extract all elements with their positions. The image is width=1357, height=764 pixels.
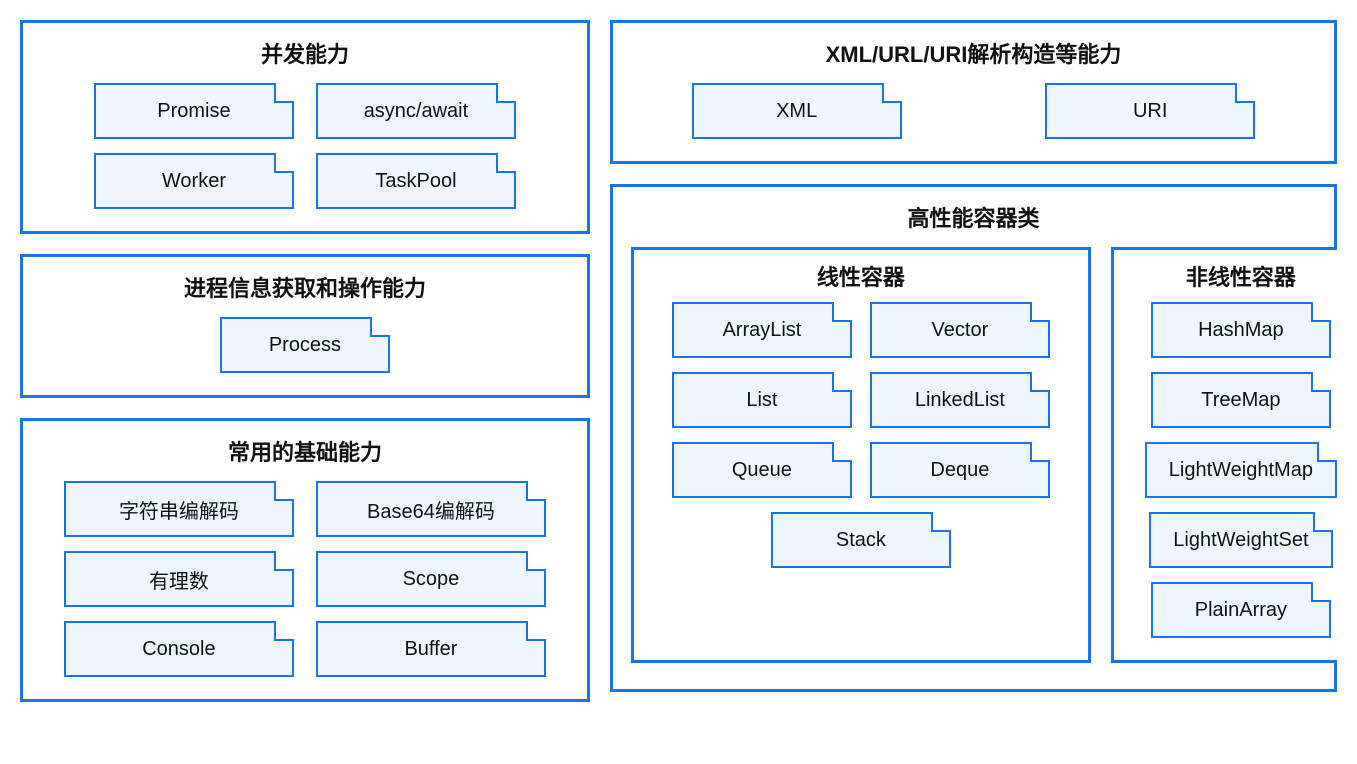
chip-console: Console	[64, 621, 294, 677]
panel-title-hp-containers: 高性能容器类	[631, 201, 1316, 233]
chips-basic: 字符串编解码 Base64编解码 有理数 Scope Console Buffe…	[41, 481, 569, 677]
right-column: XML/URL/URI解析构造等能力 XML URI 高性能容器类 线性容器 A…	[610, 20, 1337, 702]
panel-hp-containers: 高性能容器类 线性容器 ArrayList Vector List Linked…	[610, 184, 1337, 692]
chip-worker: Worker	[94, 153, 294, 209]
chip-lightweightset: LightWeightSet	[1149, 512, 1332, 568]
chip-plainarray: PlainArray	[1151, 582, 1331, 638]
panel-title-parsing: XML/URL/URI解析构造等能力	[631, 37, 1316, 69]
chip-deque: Deque	[870, 442, 1050, 498]
left-column: 并发能力 Promise async/await Worker TaskPool…	[20, 20, 590, 702]
chips-parsing: XML URI	[631, 83, 1316, 139]
subpanel-linear: 线性容器 ArrayList Vector List LinkedList Qu…	[631, 247, 1091, 663]
panel-title-concurrency: 并发能力	[41, 37, 569, 69]
chips-process: Process	[41, 317, 569, 373]
chip-promise: Promise	[94, 83, 294, 139]
chips-concurrency: Promise async/await Worker TaskPool	[41, 83, 569, 209]
panel-process: 进程信息获取和操作能力 Process	[20, 254, 590, 398]
chip-process: Process	[220, 317, 390, 373]
chip-buffer: Buffer	[316, 621, 546, 677]
chip-hashmap: HashMap	[1151, 302, 1331, 358]
panel-title-process: 进程信息获取和操作能力	[41, 271, 569, 303]
diagram-root: 并发能力 Promise async/await Worker TaskPool…	[20, 20, 1337, 702]
chip-string-codec: 字符串编解码	[64, 481, 294, 537]
chip-base64-codec: Base64编解码	[316, 481, 546, 537]
panel-basic: 常用的基础能力 字符串编解码 Base64编解码 有理数 Scope Conso…	[20, 418, 590, 702]
chip-xml: XML	[692, 83, 902, 139]
chip-stack: Stack	[771, 512, 951, 568]
panel-concurrency: 并发能力 Promise async/await Worker TaskPool	[20, 20, 590, 234]
chip-list: List	[672, 372, 852, 428]
chips-linear: ArrayList Vector List LinkedList Queue D…	[650, 302, 1072, 568]
subpanels: 线性容器 ArrayList Vector List LinkedList Qu…	[631, 247, 1316, 663]
chip-linkedlist: LinkedList	[870, 372, 1050, 428]
panel-parsing: XML/URL/URI解析构造等能力 XML URI	[610, 20, 1337, 164]
chips-nonlinear: HashMap TreeMap LightWeightMap LightWeig…	[1130, 302, 1337, 638]
chip-taskpool: TaskPool	[316, 153, 516, 209]
chip-vector: Vector	[870, 302, 1050, 358]
chip-treemap: TreeMap	[1151, 372, 1331, 428]
chip-queue: Queue	[672, 442, 852, 498]
subpanel-title-linear: 线性容器	[650, 260, 1072, 292]
chip-scope: Scope	[316, 551, 546, 607]
panel-title-basic: 常用的基础能力	[41, 435, 569, 467]
chip-arraylist: ArrayList	[672, 302, 852, 358]
subpanel-title-nonlinear: 非线性容器	[1130, 260, 1337, 292]
chip-async-await: async/await	[316, 83, 516, 139]
chip-rational: 有理数	[64, 551, 294, 607]
chip-uri: URI	[1045, 83, 1255, 139]
subpanel-nonlinear: 非线性容器 HashMap TreeMap LightWeightMap Lig…	[1111, 247, 1337, 663]
chip-lightweightmap: LightWeightMap	[1145, 442, 1337, 498]
